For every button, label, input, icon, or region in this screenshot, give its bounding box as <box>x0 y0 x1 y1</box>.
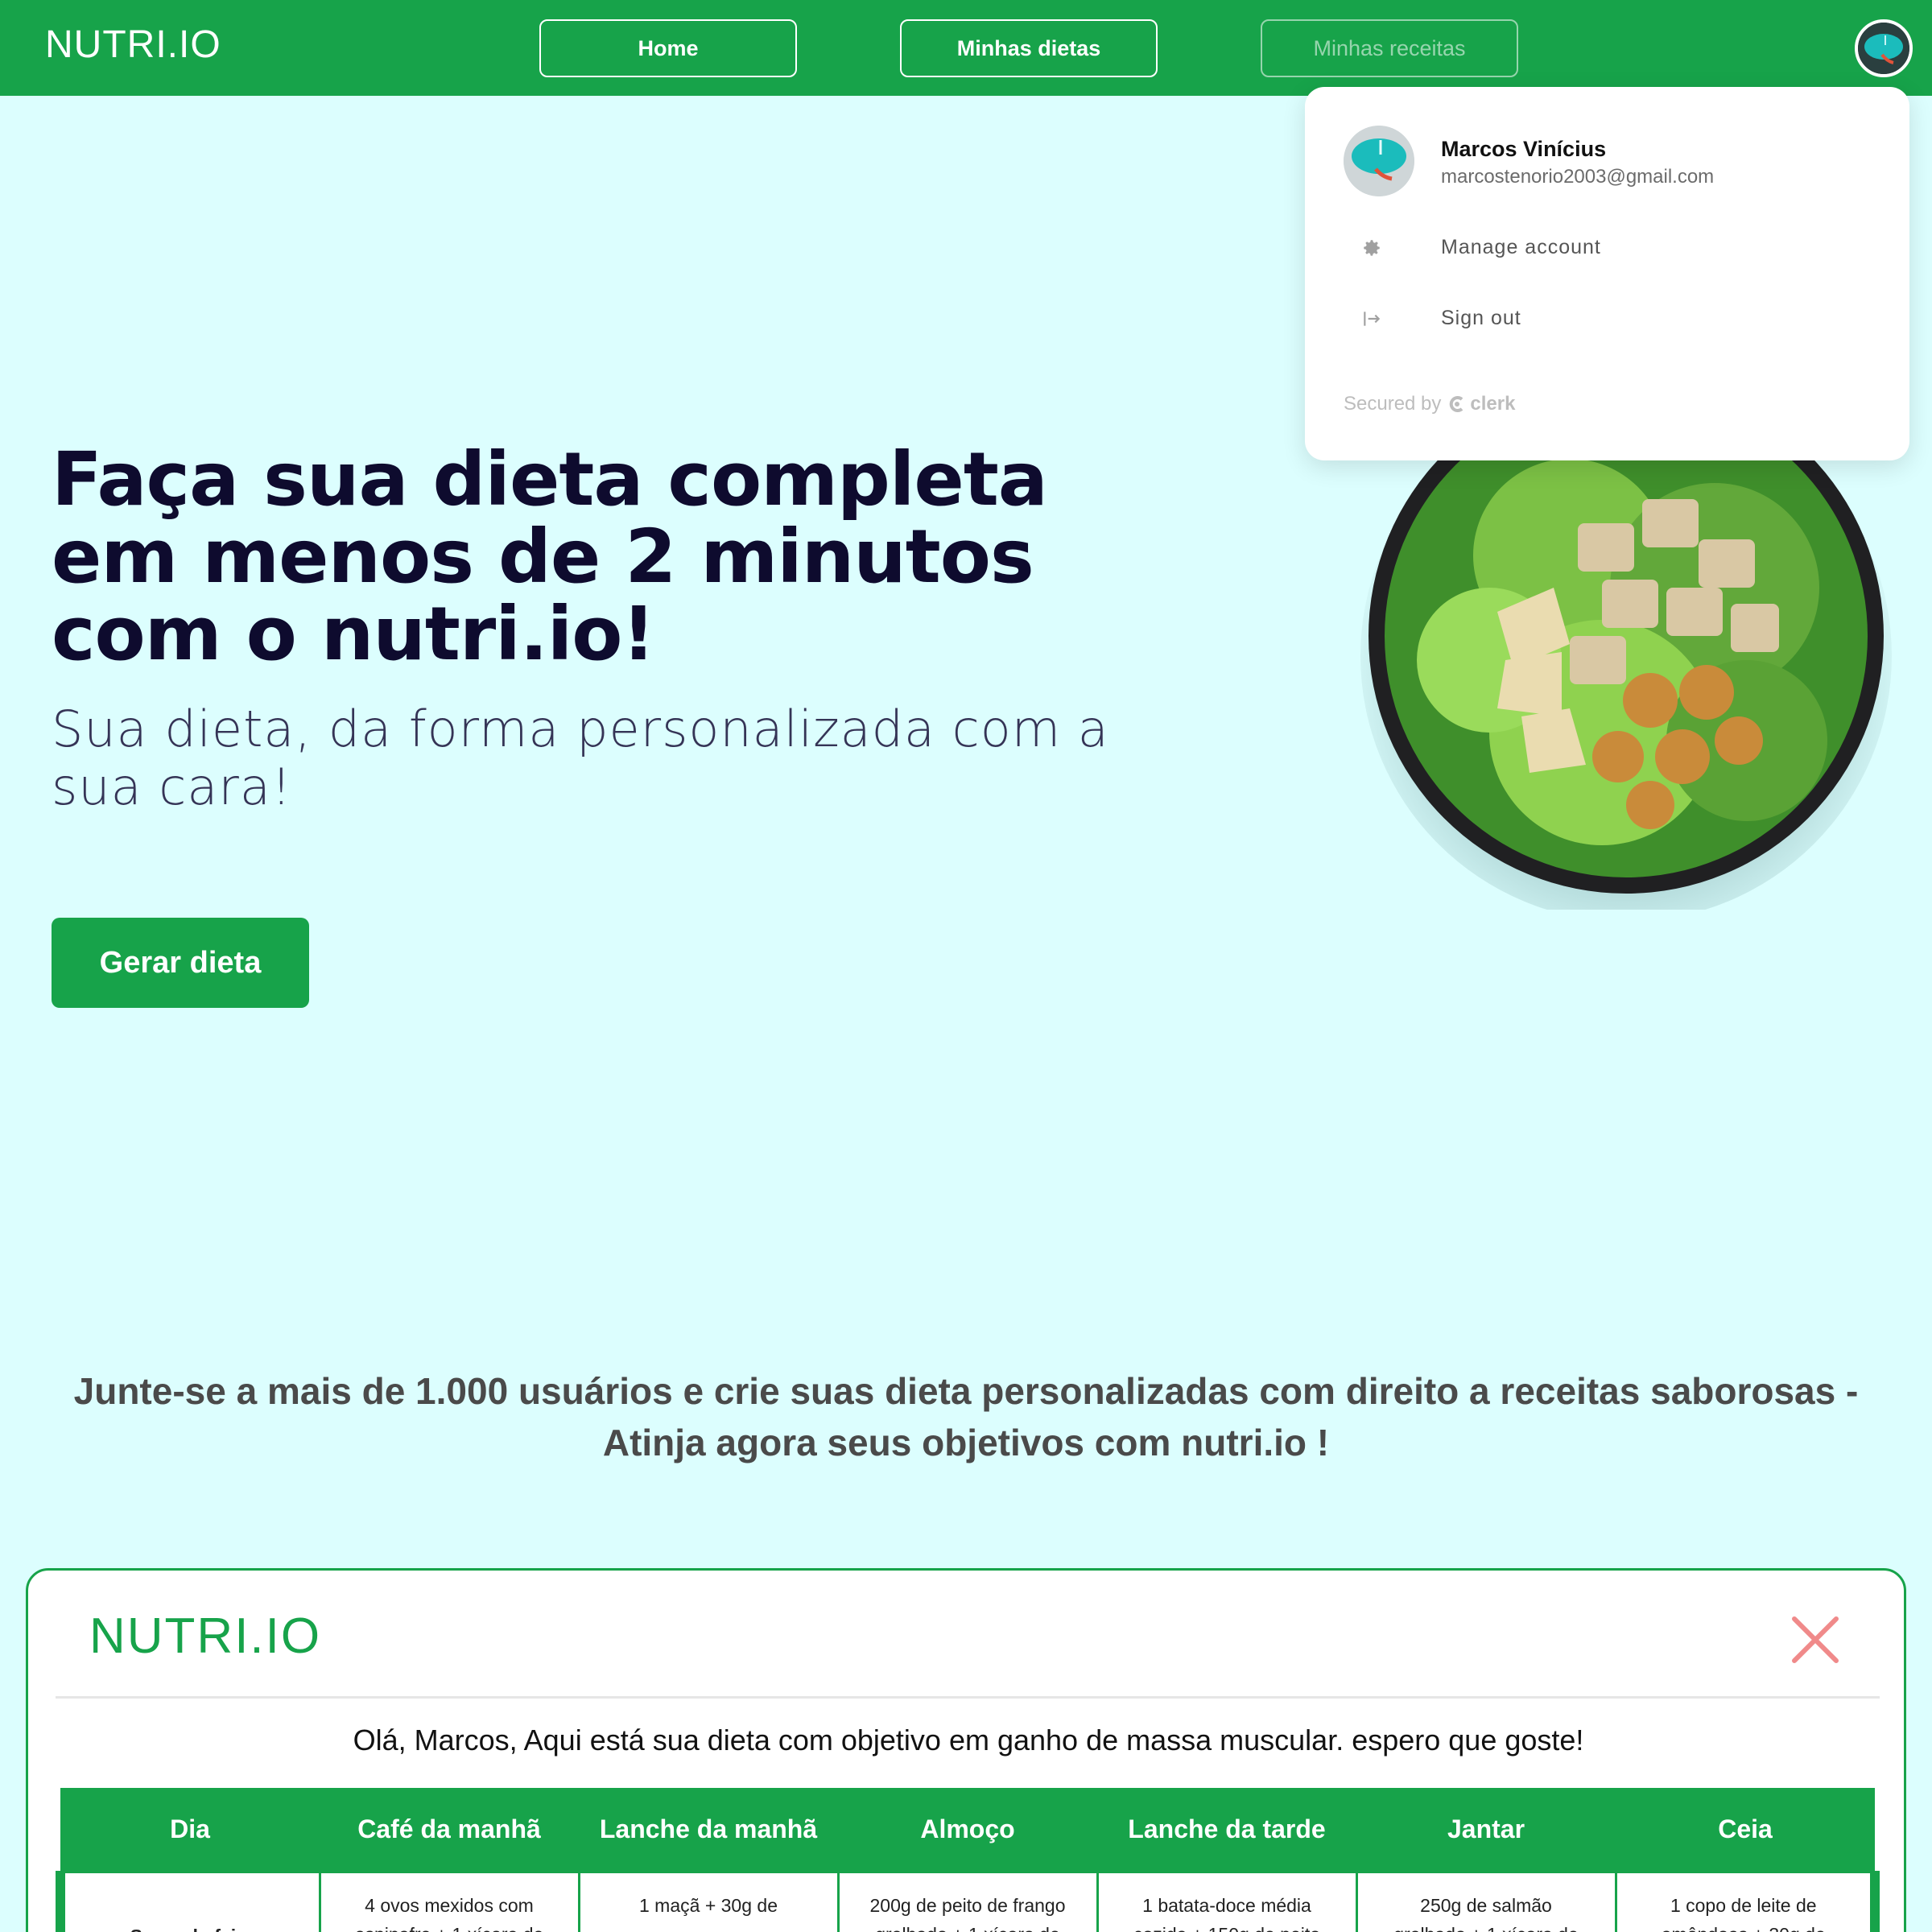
diet-greeting: Olá, Marcos, Aqui está sua dieta com obj… <box>353 1724 1584 1757</box>
dropdown-avatar <box>1344 126 1414 196</box>
sign-out-label: Sign out <box>1441 307 1521 329</box>
user-email: marcostenorio2003@gmail.com <box>1441 166 1715 188</box>
col-lanche-da-manha: Lanche da manhã <box>579 1788 838 1872</box>
nav-minhas-dietas-button[interactable]: Minhas dietas <box>900 19 1158 77</box>
col-ceia: Ceia <box>1616 1788 1875 1872</box>
modal-brand: NUTRI.IO <box>89 1608 322 1664</box>
hero-title: Faça sua dieta completa em menos de 2 mi… <box>52 436 1048 677</box>
diet-table: Dia Café da manhã Lanche da manhã Almoço… <box>56 1788 1880 1932</box>
col-dia: Dia <box>60 1788 320 1872</box>
sign-out-icon <box>1360 307 1384 331</box>
cell-dia: Segunda-feira <box>56 1870 321 1932</box>
cell-jantar: 250g de salmão grelhado + 1 xícara de ar… <box>1355 1870 1617 1932</box>
modal-divider <box>56 1696 1880 1699</box>
brand-logo[interactable]: NUTRI.IO <box>45 23 221 67</box>
marketing-line-2: Atinja agora seus objetivos com nutri.io… <box>602 1422 1330 1463</box>
cell-lanche-tarde: 1 batata-doce média cozida + 150g de pei… <box>1096 1870 1358 1932</box>
manage-account-label: Manage account <box>1441 236 1601 258</box>
clerk-logo[interactable]: clerk <box>1447 393 1515 415</box>
marketing-band: Junte-se a mais de 1.000 usuários e crie… <box>48 1365 1884 1468</box>
clerk-icon <box>1450 396 1463 412</box>
gerar-dieta-button[interactable]: Gerar dieta <box>52 918 309 1008</box>
secured-by-footer: Secured by clerk <box>1344 393 1515 415</box>
col-jantar: Jantar <box>1356 1788 1616 1872</box>
table-row: Segunda-feira 4 ovos mexidos com espinaf… <box>56 1870 1880 1932</box>
user-menu-dropdown: Marcos Vinícius marcostenorio2003@gmail.… <box>1305 87 1909 460</box>
nav-minhas-receitas-button[interactable]: Minhas receitas <box>1261 19 1518 77</box>
cell-almoco: 200g de peito de frango grelhado + 1 xíc… <box>836 1870 1099 1932</box>
gear-icon <box>1360 236 1384 260</box>
diet-modal: NUTRI.IO Olá, Marcos, Aqui está sua diet… <box>26 1568 1906 1932</box>
clerk-wordmark: clerk <box>1470 393 1516 415</box>
col-lanche-da-tarde: Lanche da tarde <box>1097 1788 1356 1872</box>
user-avatar-button[interactable] <box>1855 19 1913 77</box>
cell-lanche-manha: 1 maçã + 30g de <box>577 1870 840 1932</box>
close-icon[interactable] <box>1783 1608 1847 1672</box>
navbar: NUTRI.IO Home Minhas dietas Minhas recei… <box>0 0 1932 96</box>
manage-account-item[interactable]: Manage account <box>1305 220 1909 276</box>
col-cafe-da-manha: Café da manhã <box>320 1788 579 1872</box>
col-almoco: Almoço <box>838 1788 1097 1872</box>
hero-subtitle: Sua dieta, da forma personalizada com a … <box>52 700 1109 816</box>
secured-by-text: Secured by <box>1344 393 1442 415</box>
cell-ceia: 1 copo de leite de amêndoas + 30g de whe… <box>1614 1870 1880 1932</box>
marketing-line-1: Junte-se a mais de 1.000 usuários e crie… <box>73 1370 1859 1412</box>
cell-cafe: 4 ovos mexidos com espinafre + 1 xícara … <box>318 1870 580 1932</box>
avatar-image <box>1858 23 1909 74</box>
nav-home-button[interactable]: Home <box>539 19 797 77</box>
user-name: Marcos Vinícius <box>1441 137 1607 161</box>
table-header-row: Dia Café da manhã Lanche da manhã Almoço… <box>60 1788 1875 1872</box>
sign-out-item[interactable]: Sign out <box>1305 291 1909 347</box>
